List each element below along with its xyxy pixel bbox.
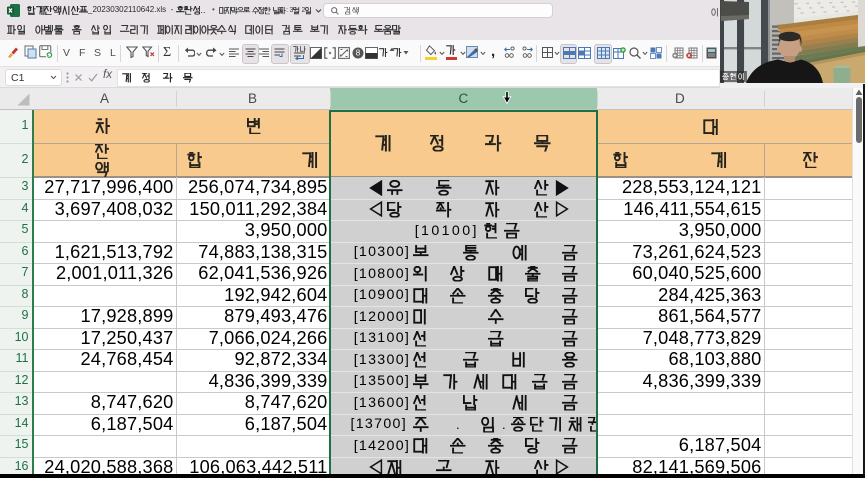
svg-text:8: 8	[356, 48, 361, 57]
